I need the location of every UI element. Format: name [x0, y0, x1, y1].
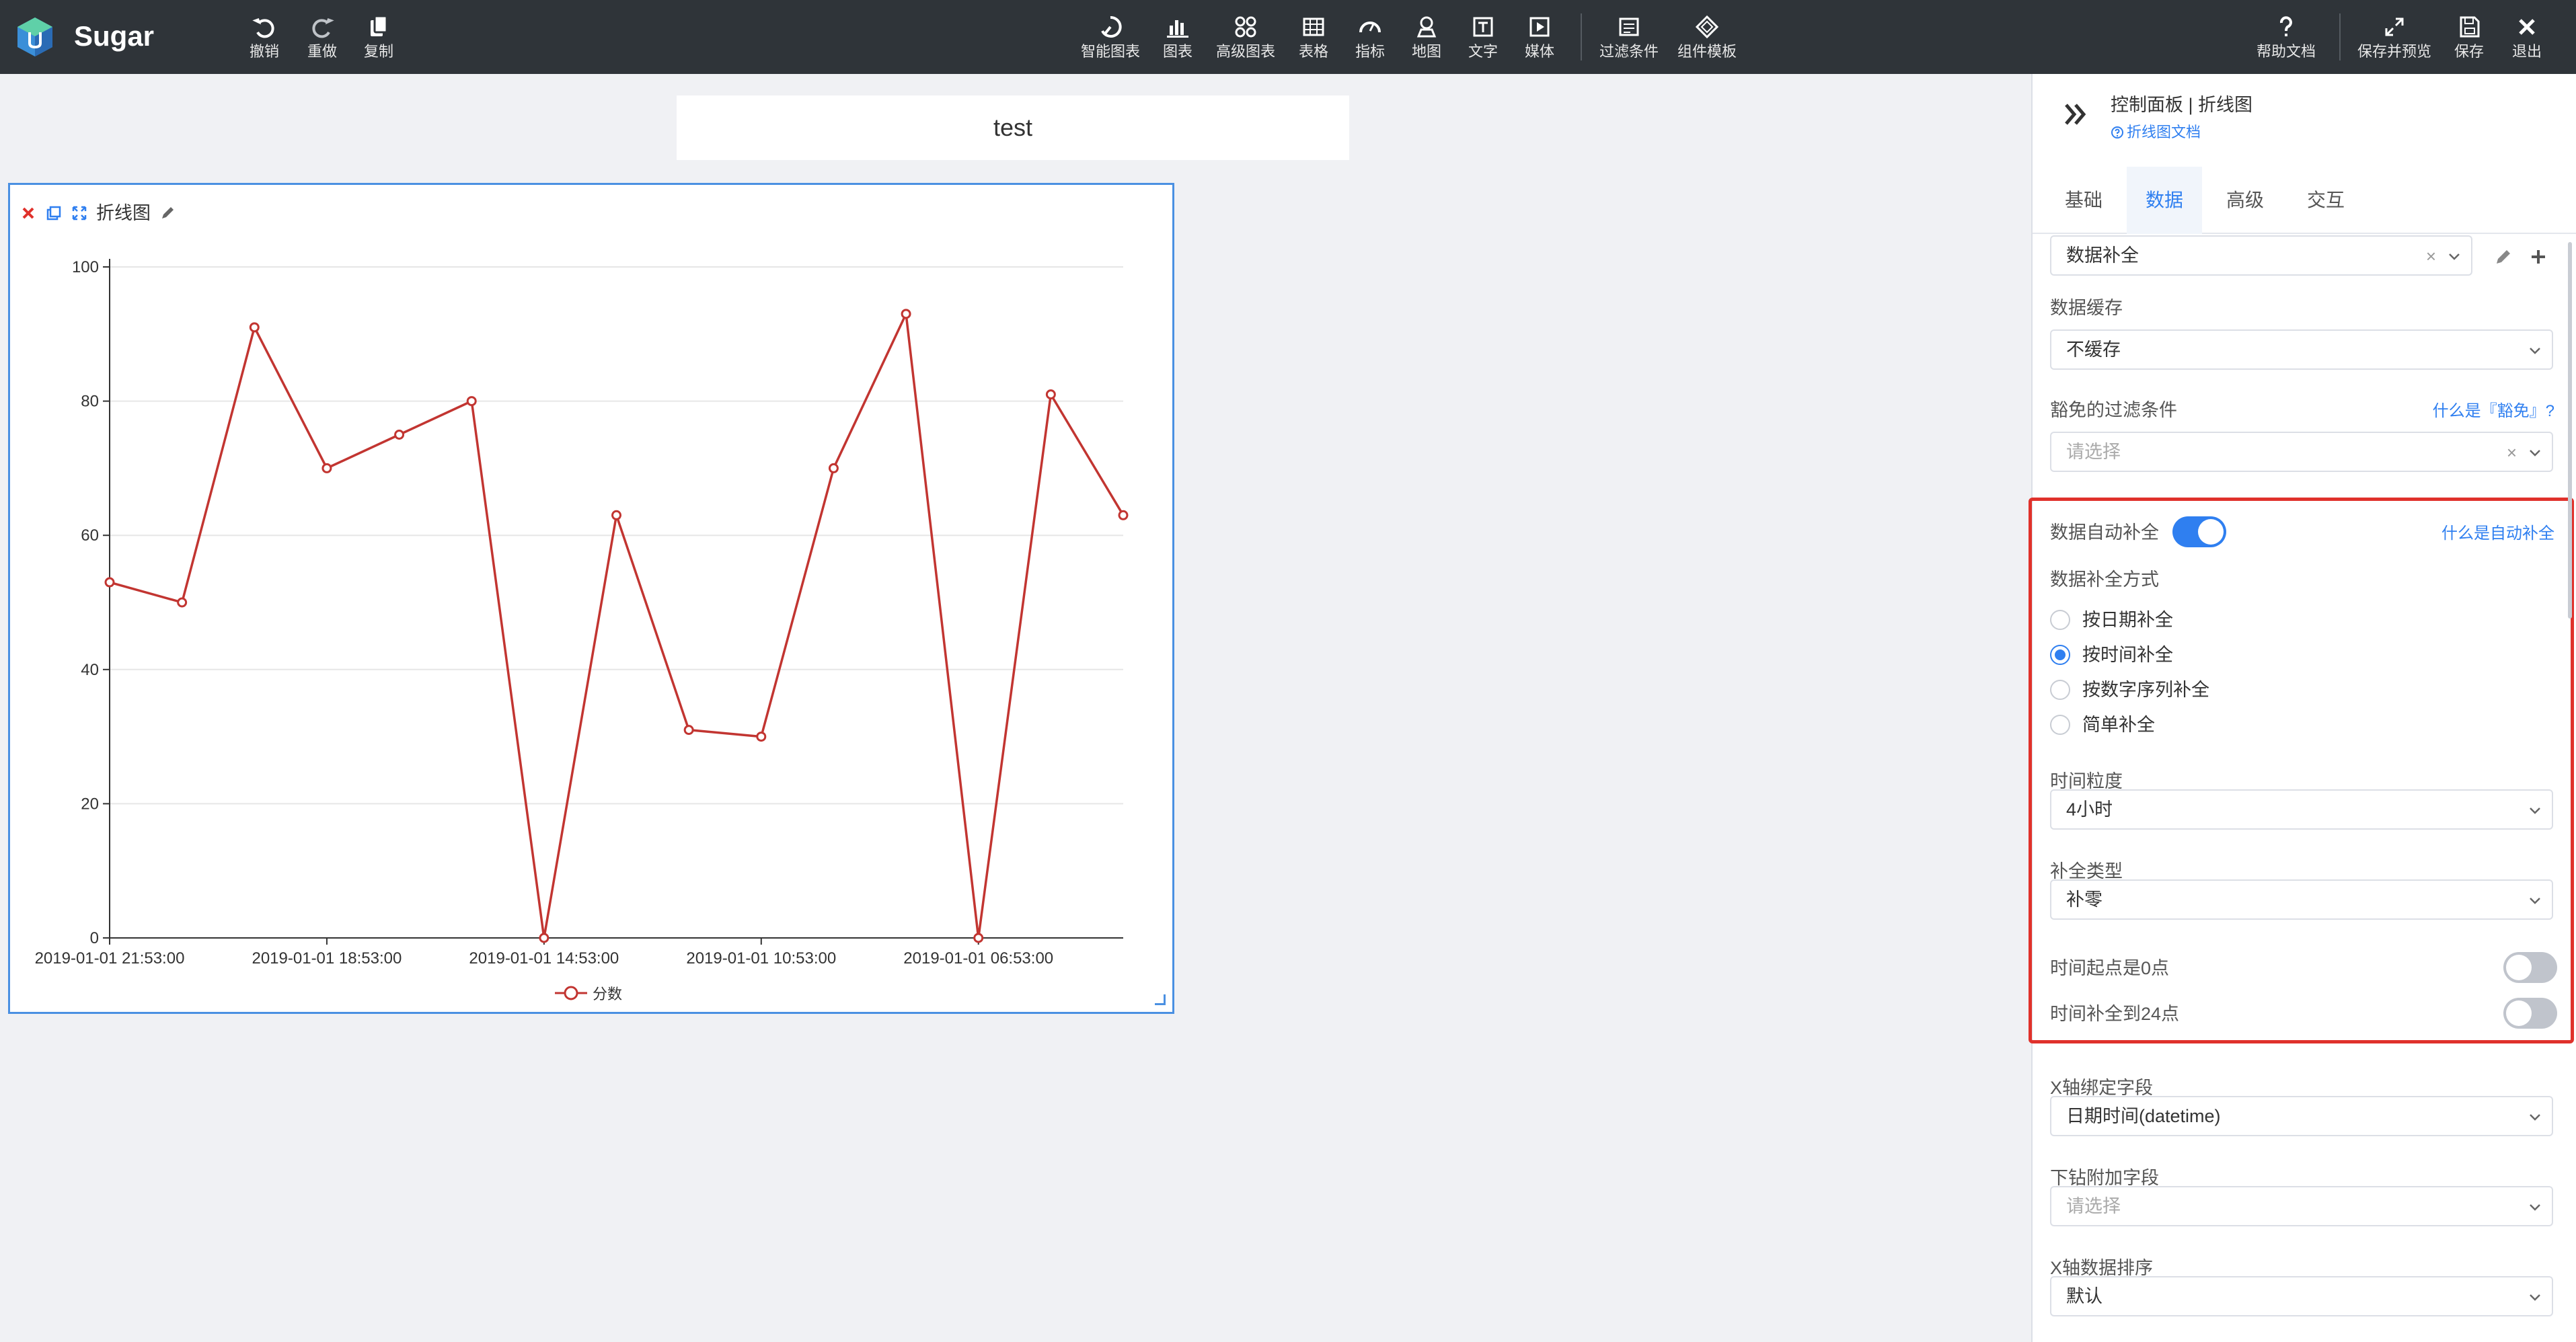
edit-dataset-icon[interactable]: [2493, 246, 2514, 268]
help-circle-icon: [2111, 126, 2123, 139]
media-icon: [1529, 17, 1550, 37]
resize-handle[interactable]: [1155, 994, 1166, 1005]
add-dataset-icon[interactable]: [2528, 246, 2549, 268]
sugar-logo: [17, 17, 52, 56]
help-icon: [2279, 16, 2292, 36]
tab-interaction[interactable]: 交互: [2288, 167, 2363, 234]
line-chart-widget[interactable]: 折线图 0 20 40 60 80 100 2019-01-01 21:53:00 2019-…: [8, 183, 1174, 1014]
filter-icon: [1619, 17, 1639, 36]
brand-name: Sugar: [74, 20, 155, 52]
save-preview-button[interactable]: 保存并预览: [2347, 13, 2441, 67]
data-point: [611, 510, 621, 520]
data-point: [1045, 389, 1056, 400]
media-button[interactable]: 媒体: [1503, 13, 1577, 67]
dataset-select[interactable]: 数据补全 ×: [2050, 235, 2472, 276]
component-template-button[interactable]: 组件模板: [1660, 13, 1754, 67]
clear-icon[interactable]: ×: [2426, 247, 2436, 265]
x-tick-label: 2019-01-01 06:53:00: [903, 949, 1053, 968]
copy-button[interactable]: 复制: [342, 13, 416, 67]
x-tick-label: 2019-01-01 10:53:00: [686, 949, 836, 968]
copy-icon: [371, 15, 388, 36]
data-point: [828, 463, 839, 473]
close-icon: [2519, 19, 2535, 35]
y-tick-label: 100: [72, 258, 99, 276]
map-pin-icon: [1416, 16, 1437, 38]
chevron-down-icon: [2530, 348, 2540, 354]
legend-line-circle-icon: [555, 986, 587, 1000]
chevron-down-icon: [2530, 1294, 2540, 1301]
undo-icon: [252, 17, 274, 38]
data-point: [466, 396, 477, 407]
x-sort-select[interactable]: 默认: [2050, 1276, 2553, 1316]
chevron-down-icon: [2530, 1114, 2540, 1121]
data-point: [177, 597, 188, 608]
redo-icon: [312, 17, 334, 38]
expand-icon: [2385, 17, 2404, 36]
panel-title: 控制面板 | 折线图: [2111, 95, 2253, 115]
panel-tabs: 基础 数据 高级 交互: [2033, 167, 2576, 234]
gauge-icon: [1359, 22, 1381, 33]
data-point: [249, 322, 260, 333]
y-tick-label: 40: [81, 661, 99, 679]
chevron-down-icon: [2530, 1204, 2540, 1211]
dashboard-title[interactable]: test: [677, 95, 1349, 160]
save-icon: [2460, 16, 2480, 38]
legend-label: 分数: [593, 986, 623, 1002]
cache-select[interactable]: 不缓存: [2050, 329, 2553, 370]
cache-label: 数据缓存: [2050, 298, 2123, 318]
panel-scrollbar[interactable]: [2568, 242, 2572, 619]
data-point: [683, 725, 694, 736]
exit-button[interactable]: 退出: [2490, 13, 2564, 67]
drill-field-select[interactable]: 请选择: [2050, 1186, 2553, 1226]
tab-advanced[interactable]: 高级: [2207, 167, 2283, 234]
data-point: [1118, 510, 1129, 520]
tab-data[interactable]: 数据: [2127, 167, 2203, 234]
template-icon: [1695, 15, 1719, 39]
y-tick-label: 60: [81, 526, 99, 545]
data-point: [321, 463, 332, 473]
exempt-filter-select[interactable]: 请选择 ×: [2050, 432, 2553, 472]
x-tick-label: 2019-01-01 14:53:00: [469, 949, 619, 968]
data-point: [539, 933, 550, 943]
table-icon: [1303, 17, 1324, 36]
data-point: [973, 933, 984, 943]
chart-legend[interactable]: 分数: [555, 982, 622, 1004]
data-point: [104, 577, 115, 588]
auto-fill-highlight-box: [2029, 498, 2574, 1043]
y-tick-label: 20: [81, 795, 99, 813]
smart-chart-button[interactable]: 智能图表: [1073, 13, 1147, 67]
chevron-down-icon: [2530, 450, 2540, 457]
chart-doc-link[interactable]: 折线图文档: [2111, 122, 2201, 143]
tab-basic[interactable]: 基础: [2046, 167, 2121, 234]
clear-icon[interactable]: ×: [2507, 444, 2517, 461]
help-doc-button[interactable]: 帮助文档: [2249, 13, 2323, 67]
text-icon: [1473, 17, 1493, 37]
chevron-down-icon: [2449, 253, 2460, 260]
bar-chart-icon: [1167, 20, 1188, 38]
advanced-chart-icon: [1235, 16, 1256, 38]
smart-chart-icon: [1101, 15, 1122, 38]
data-point: [394, 430, 405, 440]
series-line: [109, 313, 1125, 939]
x-tick-label: 2019-01-01 18:53:00: [252, 949, 402, 968]
exempt-filter-label: 豁免的过滤条件: [2050, 400, 2177, 420]
line-chart: 0 20 40 60 80 100 2019-01-01 21:53:00 2019-01-0…: [35, 258, 1129, 968]
x-field-select[interactable]: 日期时间(datetime): [2050, 1096, 2553, 1136]
collapse-panel-icon[interactable]: [2061, 100, 2090, 129]
exempt-help-link[interactable]: 什么是『豁免』?: [2433, 399, 2554, 424]
data-point: [756, 732, 767, 742]
data-point: [901, 309, 911, 319]
top-toolbar: Sugar 撤销 重做 复制 智能图表 图表 高级图表 表格 指标 地图 文字: [0, 0, 2576, 74]
y-tick-label: 0: [90, 929, 99, 947]
x-tick-label: 2019-01-01 21:53:00: [35, 949, 185, 968]
toolbar-divider: [2339, 13, 2341, 61]
y-tick-label: 80: [81, 393, 99, 411]
